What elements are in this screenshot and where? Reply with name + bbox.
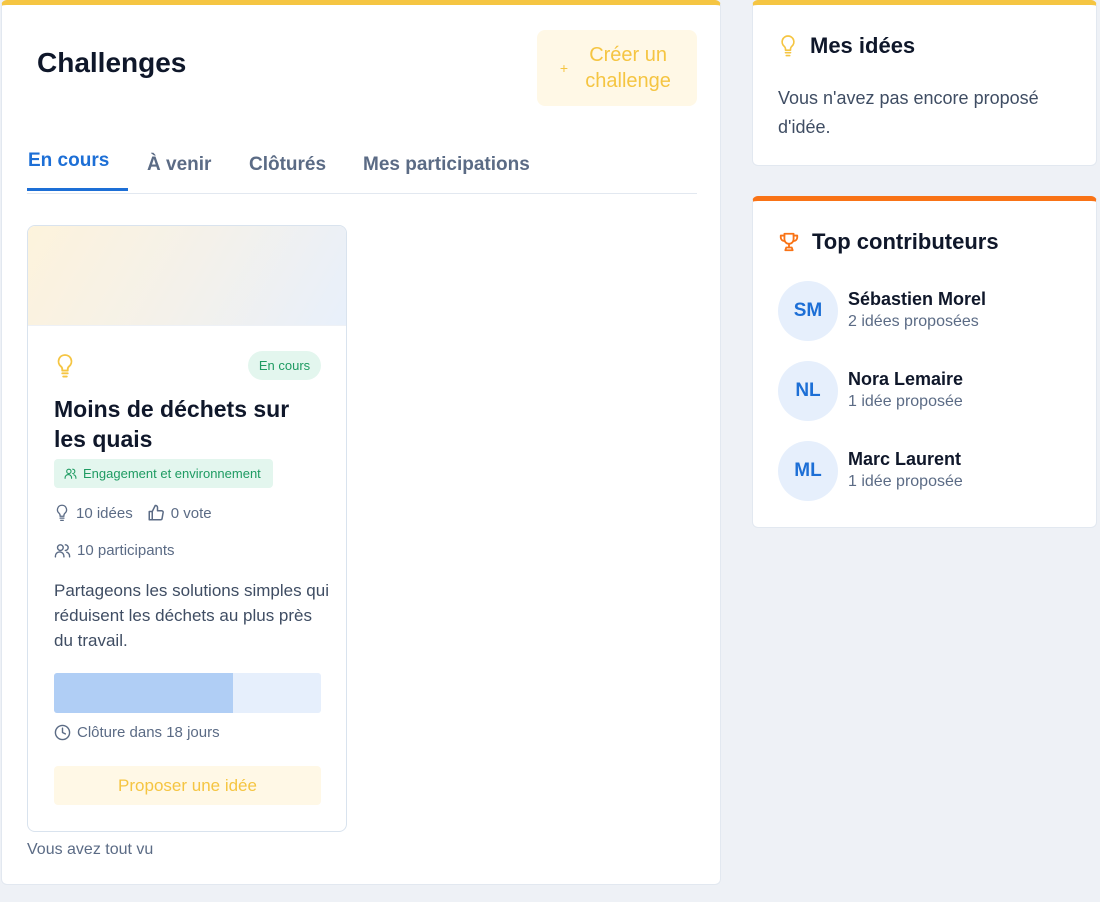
my-ideas-card: Mes idées Vous n'avez pas encore proposé… — [752, 0, 1097, 166]
lightbulb-icon — [56, 504, 68, 522]
challenges-panel: Challenges + Créer un challenge En cours… — [1, 0, 721, 885]
challenge-description: Partageons les solutions simples qui réd… — [54, 581, 329, 650]
ideas-count: 10 idées — [76, 504, 133, 522]
contributor-item[interactable]: SM Sébastien Morel 2 idées proposées — [778, 281, 986, 341]
contributor-name: Marc Laurent — [848, 449, 962, 469]
tab-clotures[interactable]: Clôturés — [249, 135, 363, 194]
avatar: SM — [778, 281, 838, 341]
lightbulb-icon — [57, 354, 73, 378]
create-challenge-button[interactable]: + Créer un challenge — [537, 30, 697, 106]
category-tag: Engagement et environnement — [54, 459, 273, 488]
participants-row: 10 participants — [54, 542, 175, 559]
tab-en-cours[interactable]: En cours — [27, 131, 128, 191]
tab-a-venir[interactable]: À venir — [147, 135, 249, 194]
tab-mes-participations[interactable]: Mes participations — [363, 135, 563, 194]
stats-row: 10 idées 0 vote — [54, 504, 212, 522]
contributor-count: 2 idées proposées — [848, 313, 979, 330]
participants-count: 10 participants — [77, 542, 175, 559]
category-label: Engagement et environnement — [83, 466, 261, 481]
card-banner — [28, 226, 346, 326]
clock-icon — [54, 724, 71, 741]
my-ideas-header: Mes idées — [778, 33, 915, 59]
top-contributors-title: Top contributeurs — [812, 229, 999, 254]
propose-idea-button[interactable]: Proposer une idée — [54, 766, 321, 805]
progress-fill — [54, 673, 233, 713]
thumbs-up-icon — [148, 504, 164, 521]
challenge-card[interactable]: En cours Moins de déchets sur les quais … — [27, 225, 347, 832]
contributor-name: Nora Lemaire — [848, 369, 964, 389]
users-icon — [64, 468, 77, 479]
users-icon — [54, 544, 71, 558]
avatar: ML — [778, 441, 838, 501]
ideas-stat: 10 idées — [54, 504, 133, 522]
votes-count: 0 vote — [170, 504, 212, 522]
challenge-tabs: En cours À venir Clôturés Mes participat… — [27, 135, 697, 194]
progress-bar — [54, 673, 321, 713]
page-title: Challenges — [37, 47, 187, 78]
trophy-icon — [779, 232, 799, 252]
votes-stat: 0 vote — [147, 504, 212, 522]
my-ideas-empty-text: Vous n'avez pas encore proposé d'idée. — [778, 88, 1039, 137]
contributor-item[interactable]: ML Marc Laurent 1 idée proposée — [778, 441, 963, 501]
status-badge: En cours — [248, 351, 321, 380]
end-of-list-text: Vous avez tout vu — [27, 841, 154, 858]
contributor-count: 1 idée proposée — [848, 473, 963, 490]
top-contributors-card: Top contributeurs SM Sébastien Morel 2 i… — [752, 196, 1097, 528]
create-challenge-label: Créer un challenge — [585, 44, 671, 92]
contributor-item[interactable]: NL Nora Lemaire 1 idée proposée — [778, 361, 963, 421]
contributor-count: 1 idée proposée — [848, 393, 963, 410]
contributor-name: Sébastien Morel — [848, 289, 987, 309]
deadline-text: Clôture dans 18 jours — [77, 724, 220, 741]
plus-icon: + — [559, 60, 569, 76]
lightbulb-icon — [781, 35, 795, 57]
challenge-title[interactable]: Moins de déchets sur les quais — [54, 394, 324, 454]
avatar: NL — [778, 361, 838, 421]
my-ideas-title: Mes idées — [810, 33, 916, 58]
top-contributors-header: Top contributeurs — [778, 229, 999, 255]
deadline: Clôture dans 18 jours — [54, 724, 220, 741]
